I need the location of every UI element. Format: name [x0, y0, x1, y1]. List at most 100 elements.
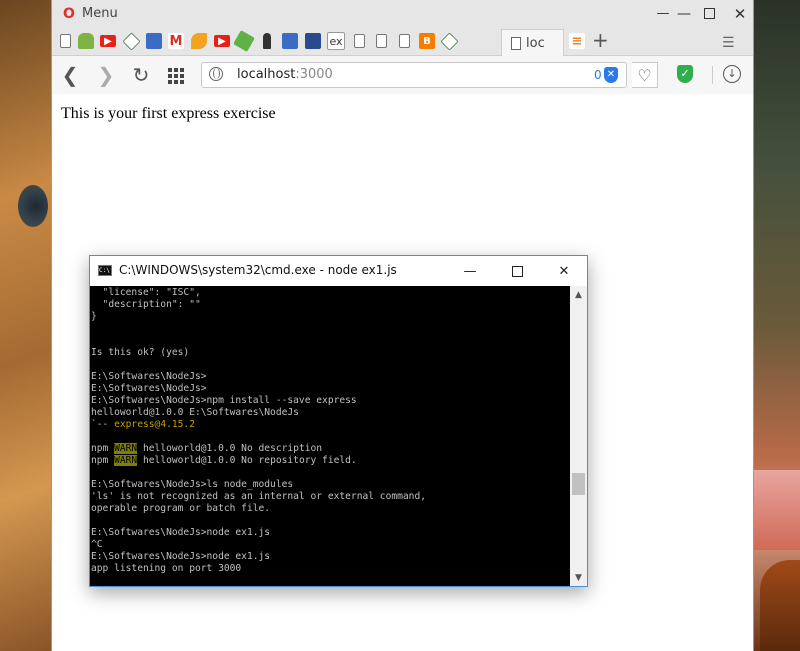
url-port: :3000: [295, 67, 333, 82]
cmd-titlebar: C:\ C:\WINDOWS\system32\cmd.exe - node e…: [90, 256, 587, 286]
youtube-icon: ▶: [100, 35, 116, 47]
wallpaper-pink: [754, 470, 800, 550]
opera-logo-icon[interactable]: O: [62, 7, 76, 21]
console-line: "description": "": [91, 299, 201, 310]
speed-dial-icon[interactable]: [168, 68, 184, 84]
forward-button[interactable]: ❯: [94, 63, 118, 87]
console-line: app listening on port 3000: [91, 563, 242, 574]
heart-icon[interactable]: ♡: [632, 62, 658, 88]
tab-swirl[interactable]: [188, 30, 210, 52]
ex-icon: ex: [327, 32, 345, 50]
tab-blogger[interactable]: B: [416, 30, 438, 52]
page-icon: [353, 34, 365, 48]
figure-icon: [263, 33, 271, 49]
extension-icon: [439, 31, 459, 51]
page-icon: [511, 36, 521, 50]
tab-figure[interactable]: [256, 30, 278, 52]
tab-menu-icon[interactable]: ☰: [722, 35, 735, 51]
cmd-maximize-button[interactable]: [494, 256, 540, 286]
console-scrollbar[interactable]: ▲ ▼: [570, 286, 587, 586]
node-icon: [233, 30, 255, 52]
scroll-thumb[interactable]: [572, 473, 585, 495]
console-line: }: [91, 311, 97, 322]
adblock-count: 0: [594, 68, 602, 82]
tab-stackoverflow[interactable]: ≡: [566, 30, 588, 52]
console-line: npm WARN helloworld@1.0.0 No repository …: [91, 455, 357, 466]
scroll-down-icon[interactable]: ▼: [570, 569, 587, 586]
box-icon: [282, 33, 298, 49]
tab-active[interactable]: loc: [501, 29, 564, 56]
tab-extension-2[interactable]: [438, 30, 460, 52]
new-tab-button[interactable]: +: [592, 30, 609, 50]
cmd-icon: C:\: [98, 265, 112, 276]
youtube-icon: ▶: [214, 35, 230, 47]
console-line: ^C: [91, 539, 103, 550]
adblock-shield-icon[interactable]: ✕: [604, 67, 618, 83]
toolbar-divider: [712, 66, 713, 84]
address-bar[interactable]: localhost:3000 0 ✕: [201, 62, 627, 88]
wallpaper-dog-left: [0, 0, 52, 651]
scroll-up-icon[interactable]: ▲: [570, 286, 587, 303]
tab-ex[interactable]: ex: [325, 30, 347, 52]
page-icon: [375, 34, 387, 48]
console-line: E:\Softwares\NodeJs>: [91, 383, 207, 394]
active-tab-title: loc: [526, 35, 545, 51]
minimize-button[interactable]: —: [640, 0, 686, 27]
console-line: npm WARN helloworld@1.0.0 No description: [91, 443, 323, 454]
maximize-icon: [703, 8, 715, 19]
browser-toolbar: ❮ ❯ ↻ localhost:3000 0 ✕ ♡ ✓ ↓: [52, 56, 753, 95]
close-button[interactable]: ✕: [726, 0, 754, 27]
vpn-shield-icon[interactable]: ✓: [677, 65, 693, 83]
tab-page-3[interactable]: [370, 30, 392, 52]
android-icon: [78, 33, 94, 49]
tab-page[interactable]: [54, 30, 76, 52]
console-line: E:\Softwares\NodeJs>ls node_modules: [91, 479, 294, 490]
tab-page-4[interactable]: [393, 30, 415, 52]
console-line: operable program or batch file.: [91, 503, 271, 514]
tab-box[interactable]: [143, 30, 165, 52]
extension-icon: [121, 31, 141, 51]
gmail-icon: M: [168, 33, 184, 49]
page-icon: [398, 34, 410, 48]
tab-page-2[interactable]: [348, 30, 370, 52]
tab-gmail[interactable]: M: [165, 30, 187, 52]
books-icon: [305, 33, 321, 49]
cmd-title: C:\WINDOWS\system32\cmd.exe - node ex1.j…: [119, 263, 397, 277]
console-line: E:\Softwares\NodeJs>npm install --save e…: [91, 395, 357, 406]
tab-extension[interactable]: [120, 30, 142, 52]
back-button[interactable]: ❮: [58, 63, 82, 87]
url-text[interactable]: localhost:3000: [237, 67, 333, 82]
tab-youtube[interactable]: ▶: [97, 30, 119, 52]
cmd-close-button[interactable]: ✕: [541, 256, 587, 286]
console-line: E:\Softwares\NodeJs>: [91, 371, 207, 382]
menu-label[interactable]: Menu: [82, 6, 118, 21]
browser-window-controls: — ✕: [657, 0, 754, 27]
page-text: This is your first express exercise: [61, 105, 276, 122]
tab-android[interactable]: [75, 30, 97, 52]
wallpaper-right: [754, 0, 800, 651]
console-line: `-- express@4.15.2: [91, 419, 195, 430]
stackoverflow-icon: ≡: [569, 33, 585, 49]
download-icon[interactable]: ↓: [723, 65, 741, 83]
cmd-window: C:\ C:\WINDOWS\system32\cmd.exe - node e…: [89, 255, 588, 587]
globe-icon: [209, 67, 223, 81]
page-icon: [59, 34, 71, 48]
console-output[interactable]: "license": "ISC", "description": ""} Is t…: [90, 286, 570, 586]
console-line: 'ls' is not recognized as an internal or…: [91, 491, 427, 502]
maximize-icon: [511, 265, 523, 277]
cmd-minimize-button[interactable]: —: [447, 256, 493, 286]
console-line: E:\Softwares\NodeJs>node ex1.js: [91, 527, 271, 538]
tab-box-2[interactable]: [279, 30, 301, 52]
reload-button[interactable]: ↻: [129, 63, 153, 87]
tab-node[interactable]: [233, 30, 255, 52]
console-line: E:\Softwares\NodeJs>node ex1.js: [91, 551, 271, 562]
tab-youtube-2[interactable]: ▶: [211, 30, 233, 52]
tab-books[interactable]: [302, 30, 324, 52]
console-line: Is this ok? (yes): [91, 347, 190, 358]
